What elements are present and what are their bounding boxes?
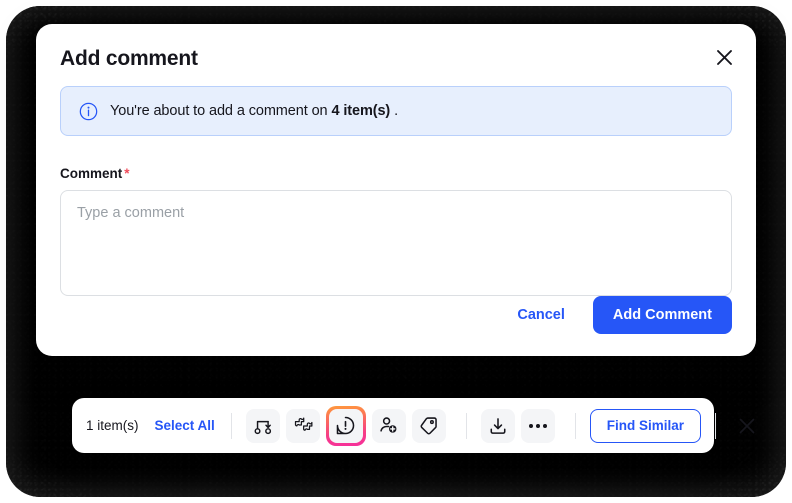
info-circle-icon [79,102,98,121]
comment-alert-icon[interactable] [328,408,363,443]
selected-count-label: 1 item(s) [86,418,139,433]
toolbar-divider-4 [715,412,717,439]
tag-icon-glyph [420,417,438,435]
puzzle-connect-icon[interactable] [285,408,320,443]
add-person-icon-glyph [380,417,397,433]
comment-label-text: Comment [60,166,123,181]
more-options-icon[interactable] [520,408,555,443]
banner-item-count: 4 item(s) [331,103,391,119]
selection-action-toolbar: 1 item(s) Select All Find Similar [72,398,755,453]
toolbar-divider [230,412,232,439]
tag-icon[interactable] [411,408,446,443]
close-icon-glyph [716,49,732,65]
comment-alert-icon-highlight [325,405,366,446]
download-icon[interactable] [480,408,515,443]
toolbar-close-icon[interactable] [730,409,764,443]
cancel-button[interactable]: Cancel [511,299,571,331]
comment-alert-icon-glyph [337,416,355,435]
puzzle-connect-icon-glyph [295,417,313,431]
find-similar-button[interactable]: Find Similar [589,408,702,443]
add-comment-button[interactable]: Add Comment [592,296,732,334]
toolbar-divider-3 [574,412,576,439]
banner-text-before: You're about to add a comment on [110,103,328,119]
select-all-button[interactable]: Select All [153,412,217,439]
banner-text-after: . [394,103,399,119]
workflow-icon[interactable] [245,408,280,443]
add-person-icon[interactable] [371,408,406,443]
download-icon-glyph [490,417,506,434]
add-comment-dialog: Add comment You're about to add a commen… [36,24,756,356]
screen: Add comment You're about to add a commen… [0,0,792,503]
toolbar-close-icon-glyph [739,418,755,433]
toolbar-divider-2 [465,412,467,439]
dialog-title: Add comment [60,47,198,70]
comment-field-label: Comment * [60,166,130,181]
dialog-action-bar: Cancel Add Comment [511,296,732,334]
banner-message: You're about to add a comment on 4 item(… [110,103,398,119]
close-icon[interactable] [708,41,740,73]
comment-input[interactable] [60,190,732,296]
more-options-icon-glyph [528,423,547,428]
required-marker: * [124,166,130,181]
info-circle-icon-glyph [79,102,98,120]
workflow-icon-glyph [254,420,271,434]
info-banner: You're about to add a comment on 4 item(… [60,86,732,136]
